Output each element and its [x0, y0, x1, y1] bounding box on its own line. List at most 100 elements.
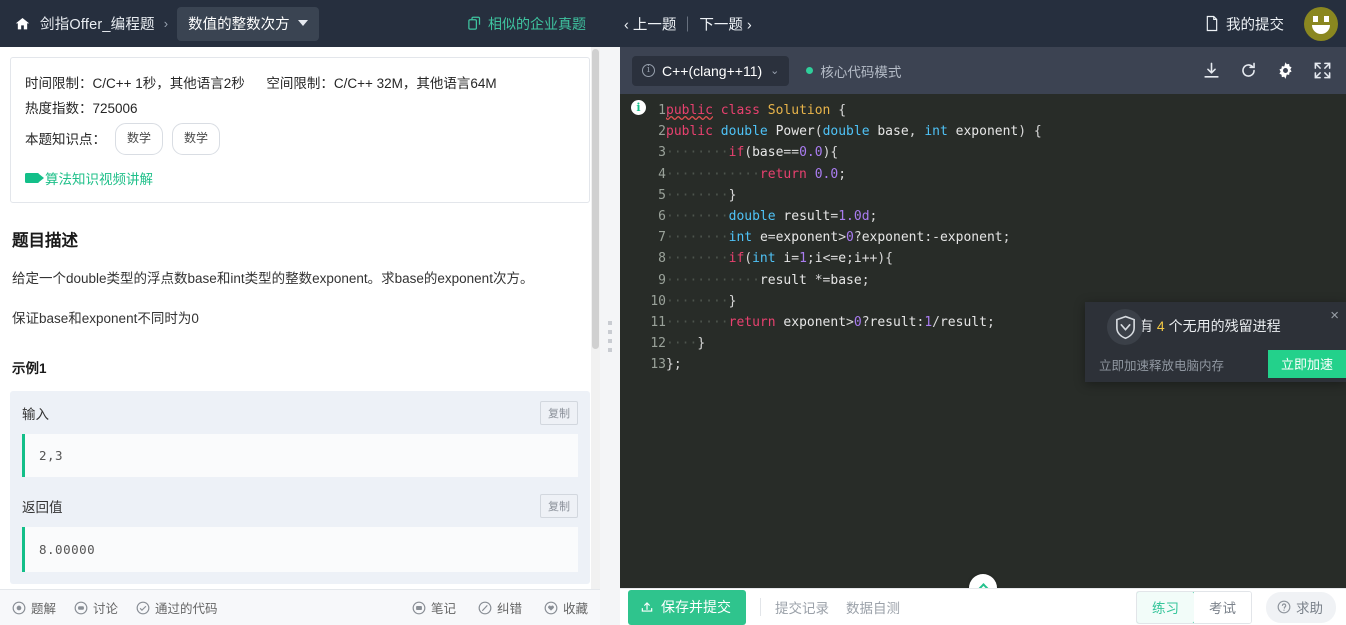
- reset-icon[interactable]: [1239, 61, 1258, 80]
- discuss-icon: [74, 601, 88, 614]
- help-button[interactable]: 求助: [1266, 591, 1336, 623]
- problem-scrollbar-track[interactable]: [591, 47, 600, 589]
- gear-icon[interactable]: [1276, 61, 1295, 80]
- code-line[interactable]: 12 ····}: [640, 333, 1042, 354]
- example-heading: 示例1: [12, 361, 47, 376]
- footer-item-report-error[interactable]: 纠错: [478, 598, 522, 617]
- code-line-number: 2: [658, 124, 666, 140]
- document-icon: [1206, 15, 1218, 32]
- description-heading: 题目描述: [12, 232, 78, 250]
- similar-company-problems-link[interactable]: 相似的企业真题: [467, 14, 586, 34]
- code-line[interactable]: 6 ········double result=1.0d;: [640, 206, 1042, 227]
- breadcrumb-separator: ›: [163, 16, 169, 31]
- toast-accelerate-button[interactable]: 立即加速: [1267, 350, 1346, 378]
- segment-practice[interactable]: 练习: [1137, 591, 1195, 623]
- problem-title-label: 数值的整数次方: [188, 16, 290, 33]
- code-info-icon[interactable]: i: [631, 100, 646, 115]
- problem-footer-right: 笔记 纠错 收藏: [390, 598, 588, 617]
- language-selector[interactable]: i C++(clang++11) ⌄: [632, 55, 790, 86]
- description-paragraph-2: 保证base和exponent不同时为0: [12, 311, 199, 326]
- code-line[interactable]: 5 ········}: [640, 185, 1042, 206]
- knowledge-label: 本题知识点：: [25, 131, 106, 147]
- code-line-number: 12: [650, 336, 666, 352]
- footer-item-accepted-code[interactable]: 通过的代码: [136, 598, 218, 617]
- breadcrumb-root[interactable]: 剑指Offer_编程题: [40, 13, 155, 34]
- code-line[interactable]: 2 public double Power(double base, int ex…: [640, 121, 1042, 142]
- footer-item-solution[interactable]: 题解: [12, 598, 56, 617]
- code-line[interactable]: 10 ········}: [640, 291, 1042, 312]
- self-test-link[interactable]: 数据自测: [846, 597, 900, 617]
- info-icon: i: [642, 64, 655, 77]
- copy-input-button[interactable]: 复制: [540, 401, 578, 425]
- code-line-source[interactable]: public double Power(double base, int exp…: [666, 121, 1042, 142]
- download-icon[interactable]: [1202, 61, 1221, 80]
- output-header: 返回值 复制: [22, 494, 578, 518]
- knowledge-tag[interactable]: 数学: [115, 123, 164, 155]
- video-tutorial-label: 算法知识视频讲解: [45, 172, 153, 187]
- panel-splitter[interactable]: [600, 47, 620, 625]
- footer-label-report-error: 纠错: [496, 602, 522, 616]
- problem-title-dropdown[interactable]: 数值的整数次方: [177, 6, 319, 41]
- problem-meta-box: 时间限制：C/C++ 1秒，其他语言2秒 空间限制：C/C++ 32M，其他语言…: [10, 57, 590, 203]
- code-line[interactable]: 11 ········return exponent>0?result:1/res…: [640, 312, 1042, 333]
- code-line-source[interactable]: ········}: [666, 291, 1042, 312]
- code-line[interactable]: 13};: [640, 354, 1042, 375]
- heat-index-text: 热度指数：725006: [25, 101, 138, 116]
- code-line-number: 7: [658, 230, 666, 246]
- code-line-source[interactable]: ····}: [666, 333, 1042, 354]
- problem-limits-line: 时间限制：C/C++ 1秒，其他语言2秒 空间限制：C/C++ 32M，其他语言…: [25, 71, 575, 96]
- problem-scrollbar-thumb[interactable]: [592, 49, 599, 349]
- mode-segmented-control: 练习 考试: [1136, 590, 1252, 624]
- output-value: 8.00000: [22, 527, 578, 572]
- input-value: 2,3: [22, 434, 578, 477]
- save-and-submit-button[interactable]: 保存并提交: [628, 589, 746, 625]
- code-line-source[interactable]: ············result *=base;: [666, 270, 1042, 291]
- avatar-eye-right: [1324, 15, 1329, 22]
- code-line-source[interactable]: ············return 0.0;: [666, 164, 1042, 185]
- fullscreen-icon[interactable]: [1313, 61, 1332, 80]
- collapse-console-button[interactable]: [969, 574, 997, 588]
- code-line[interactable]: 9 ············result *=base;: [640, 270, 1042, 291]
- code-line[interactable]: 1 public class Solution {: [640, 100, 1042, 121]
- system-toast-notification: × 有 4 个无用的残留进程 立即加速释放电脑内存 立即加速: [1085, 302, 1346, 382]
- footer-item-discuss[interactable]: 讨论: [74, 598, 118, 617]
- knowledge-tag[interactable]: 数学: [172, 123, 221, 155]
- copy-output-button[interactable]: 复制: [540, 494, 578, 518]
- toast-subtitle: 立即加速释放电脑内存: [1099, 358, 1225, 373]
- code-mode-label: 核心代码模式: [820, 64, 902, 80]
- submission-records-link[interactable]: 提交记录: [775, 597, 829, 617]
- prev-problem-link[interactable]: ‹ 上一题: [624, 13, 676, 34]
- editor-toolbar: i C++(clang++11) ⌄ 核心代码模式: [620, 47, 1346, 94]
- editor-toolbar-icons: [1202, 61, 1332, 80]
- footer-item-note[interactable]: 笔记: [412, 598, 456, 617]
- footer-label-solution: 题解: [31, 602, 57, 616]
- code-line-source[interactable]: ········}: [666, 185, 1042, 206]
- code-line[interactable]: 3 ········if(base==0.0){: [640, 142, 1042, 163]
- my-submissions-link[interactable]: 我的提交: [1205, 13, 1284, 34]
- next-problem-link[interactable]: 下一题 ›: [699, 13, 751, 34]
- code-mode-toggle[interactable]: 核心代码模式: [806, 61, 901, 81]
- time-limit-text: 时间限制：C/C++ 1秒，其他语言2秒: [25, 76, 245, 91]
- avatar[interactable]: [1304, 6, 1338, 41]
- video-tutorial-link[interactable]: 算法知识视频讲解: [25, 168, 575, 188]
- code-line-source[interactable]: ········return exponent>0?result:1/resul…: [666, 312, 1042, 333]
- code-line-source[interactable]: public class Solution {: [666, 100, 1042, 121]
- code-line[interactable]: 8 ········if(int i=1;i<=e;i++){: [640, 248, 1042, 269]
- segment-exam[interactable]: 考试: [1194, 591, 1251, 623]
- code-line[interactable]: 4 ············return 0.0;: [640, 164, 1042, 185]
- code-line-source[interactable]: ········int e=exponent>0?exponent:-expon…: [666, 227, 1042, 248]
- code-line-number: 11: [650, 315, 666, 331]
- close-icon[interactable]: ×: [1330, 308, 1339, 323]
- code-line[interactable]: 7 ········int e=exponent>0?exponent:-expo…: [640, 227, 1042, 248]
- code-line-source[interactable]: ········if(base==0.0){: [666, 142, 1042, 163]
- home-icon[interactable]: [14, 16, 31, 32]
- grip-dot: [608, 347, 612, 352]
- my-submissions-label: 我的提交: [1226, 17, 1284, 33]
- code-line-source[interactable]: };: [666, 354, 1042, 375]
- footer-item-favorite[interactable]: 收藏: [544, 598, 588, 617]
- language-label: C++(clang++11): [662, 62, 763, 79]
- code-line-source[interactable]: ········double result=1.0d;: [666, 206, 1042, 227]
- grip-dot: [608, 329, 612, 334]
- grip-dot: [608, 320, 612, 325]
- code-line-source[interactable]: ········if(int i=1;i<=e;i++){: [666, 248, 1042, 269]
